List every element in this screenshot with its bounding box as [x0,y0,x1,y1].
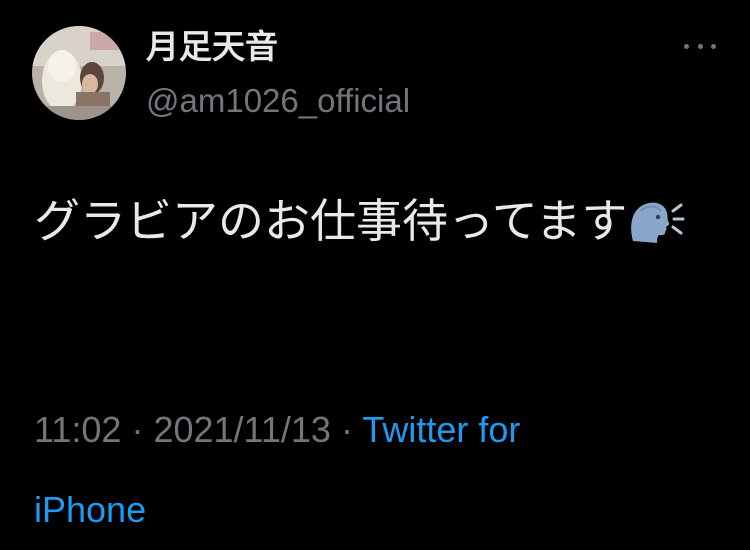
avatar-photo [32,26,126,120]
tweet-meta: 11:02 · 2021/11/13 · Twitter for iPhone [34,390,634,550]
tweet-date[interactable]: 2021/11/13 [153,409,331,450]
more-horizontal-icon-dot [697,43,703,49]
speaking-head-icon [627,192,685,243]
more-options-button[interactable] [680,34,720,58]
tweet-time[interactable]: 11:02 [34,409,121,450]
display-name[interactable]: 月足天音 [146,26,278,68]
tweet-body: グラビアのお仕事待ってます [34,194,628,248]
user-handle[interactable]: @am1026_official [146,80,410,122]
separator: · [340,409,353,450]
more-horizontal-icon-dot [711,43,716,49]
separator: · [131,409,144,450]
avatar[interactable] [32,26,126,120]
tweet-text: グラビアのお仕事待ってます [34,184,694,258]
more-horizontal-icon [684,43,689,49]
